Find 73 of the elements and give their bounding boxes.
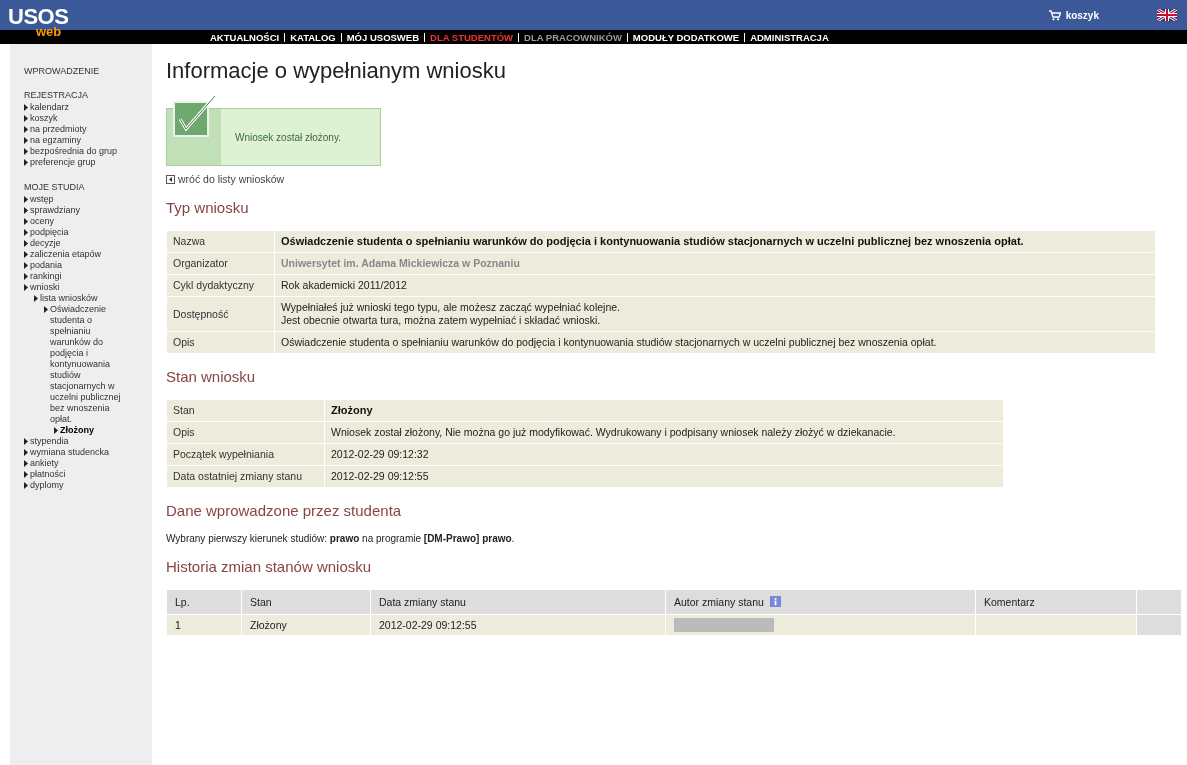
sidebar-item[interactable]: dyplomy <box>30 480 64 491</box>
field-value: Oświadczenie studenta o spełnianiu warunków do podjęcia i kontynuowania studiów stacjonarnych w uczelni publicznej bez wnoszenia opłat. <box>274 331 1156 354</box>
sidebar-item[interactable]: decyzje <box>30 238 61 249</box>
sidebar-item[interactable]: koszyk <box>30 113 58 124</box>
field-value: Rok akademicki 2011/2012 <box>274 274 1156 297</box>
student-data-text: Wybrany pierwszy kierunek studiów: prawo na programie [DM-Prawo] prawo. <box>166 533 516 544</box>
nav-link[interactable]: AKTUALNOŚCI <box>210 32 280 42</box>
sidebar-item[interactable]: wstęp <box>30 194 54 205</box>
column-header: Stan <box>241 589 371 615</box>
success-message: Wniosek został złożony. <box>235 131 341 143</box>
nav-link[interactable]: KATALOG <box>284 32 336 42</box>
info-icon[interactable] <box>769 596 781 607</box>
table-cell: 2012-02-29 09:12:55 <box>370 614 666 636</box>
sidebar-item[interactable]: na przedmioty <box>30 124 87 135</box>
sidebar-item[interactable]: zaliczenia etapów <box>30 249 102 260</box>
sidebar-heading[interactable]: WPROWADZENIE <box>24 66 152 76</box>
column-header: Data zmiany stanu <box>370 589 666 615</box>
page-title: Informacje o wypełnianym wniosku <box>166 58 507 84</box>
section-heading: Dane wprowadzone przez studenta <box>166 502 403 519</box>
sidebar-item[interactable]: lista wniosków <box>40 293 98 304</box>
logo-text[interactable]: USOS <box>8 6 69 28</box>
field-value: Uniwersytet im. Adama Mickiewicza w Poznaniu <box>274 252 1156 275</box>
sidebar-item[interactable]: Złożony <box>60 425 94 436</box>
sidebar-item[interactable]: Oświadczenie studenta o spełnianiu warunków do podjęcia i kontynuowania studiów stacjonarnych w uczelni publicznej bez wnoszenia opłat. <box>50 304 130 425</box>
back-arrow-icon[interactable] <box>166 174 175 184</box>
table-cell: 1 <box>166 614 242 636</box>
field-label: Cykl dydaktyczny <box>166 274 275 297</box>
triangle-icon <box>54 427 58 434</box>
sidebar-item[interactable]: wnioski <box>30 282 60 293</box>
sidebar-item[interactable]: kalendarz <box>30 102 70 113</box>
field-value: 2012-02-29 09:12:55 <box>324 465 1004 488</box>
nav-link[interactable]: ADMINISTRACJA <box>744 32 829 42</box>
field-value: Wypełniałeś już wnioski tego typu, ale możesz zacząć wypełniać kolejne. Jest obecnie otwarta tura, można zatem wypełniać i składać wnioski. <box>274 296 1156 332</box>
column-header: Lp. <box>166 589 242 615</box>
field-value: 2012-02-29 09:12:32 <box>324 443 1004 466</box>
cart-icon[interactable] <box>1048 9 1061 21</box>
sidebar-item[interactable]: płatności <box>30 469 66 480</box>
sidebar-item[interactable]: ankiety <box>30 458 59 469</box>
sidebar-item[interactable]: preferencje grup <box>30 157 96 168</box>
cart-link[interactable]: koszyk <box>1065 9 1099 21</box>
sidebar-item[interactable]: bezpośrednia do grup <box>30 146 118 157</box>
field-label: Dostępność <box>166 296 275 332</box>
field-value: Oświadczenie studenta o spełnianiu warunków do podjęcia i kontynuowania studiów stacjonarnych w uczelni publicznej bez wnoszenia opłat. <box>274 230 1156 253</box>
sidebar-heading[interactable]: MOJE STUDIA <box>24 182 152 192</box>
field-label: Nazwa <box>166 230 275 253</box>
field-label: Początek wypełniania <box>166 443 325 466</box>
field-label: Data ostatniej zmiany stanu <box>166 465 325 488</box>
flag-icon[interactable] <box>1157 9 1177 21</box>
sidebar-item[interactable]: na egzaminy <box>30 135 82 146</box>
field-label: Opis <box>166 331 275 354</box>
field-label: Stan <box>166 399 325 422</box>
nav-link[interactable]: MODUŁY DODATKOWE <box>626 32 740 42</box>
field-value: Wniosek został złożony, Nie można go już modyfikować. Wydrukowany i podpisany wniosek należy złożyć w dziekanacie. <box>324 421 1004 444</box>
sidebar-item[interactable]: podpięcia <box>30 227 69 238</box>
back-link[interactable]: wróć do listy wniosków <box>178 173 285 185</box>
section-heading: Typ wniosku <box>166 199 250 216</box>
nav-link[interactable]: MÓJ USOSWEB <box>340 32 419 42</box>
field-label: Opis <box>166 421 325 444</box>
sidebar-heading[interactable]: REJESTRACJA <box>24 90 152 100</box>
field-label: Organizator <box>166 252 275 275</box>
sidebar-item[interactable]: rankingi <box>30 271 62 282</box>
field-value: Złożony <box>324 399 1004 422</box>
sidebar-item[interactable]: podania <box>30 260 63 271</box>
sidebar-item[interactable]: wymiana studencka <box>30 447 110 458</box>
nav-link[interactable]: DLA STUDENTÓW <box>424 32 514 42</box>
section-heading: Historia zmian stanów wniosku <box>166 558 373 575</box>
sidebar-item[interactable]: stypendia <box>30 436 69 447</box>
checkmark-icon <box>173 95 217 137</box>
section-heading: Stan wniosku <box>166 368 257 385</box>
sidebar-item[interactable]: oceny <box>30 216 55 227</box>
column-header: Autor zmiany stanu <box>665 589 976 615</box>
column-header: Komentarz <box>975 589 1137 615</box>
sidebar-item[interactable]: sprawdziany <box>30 205 81 216</box>
